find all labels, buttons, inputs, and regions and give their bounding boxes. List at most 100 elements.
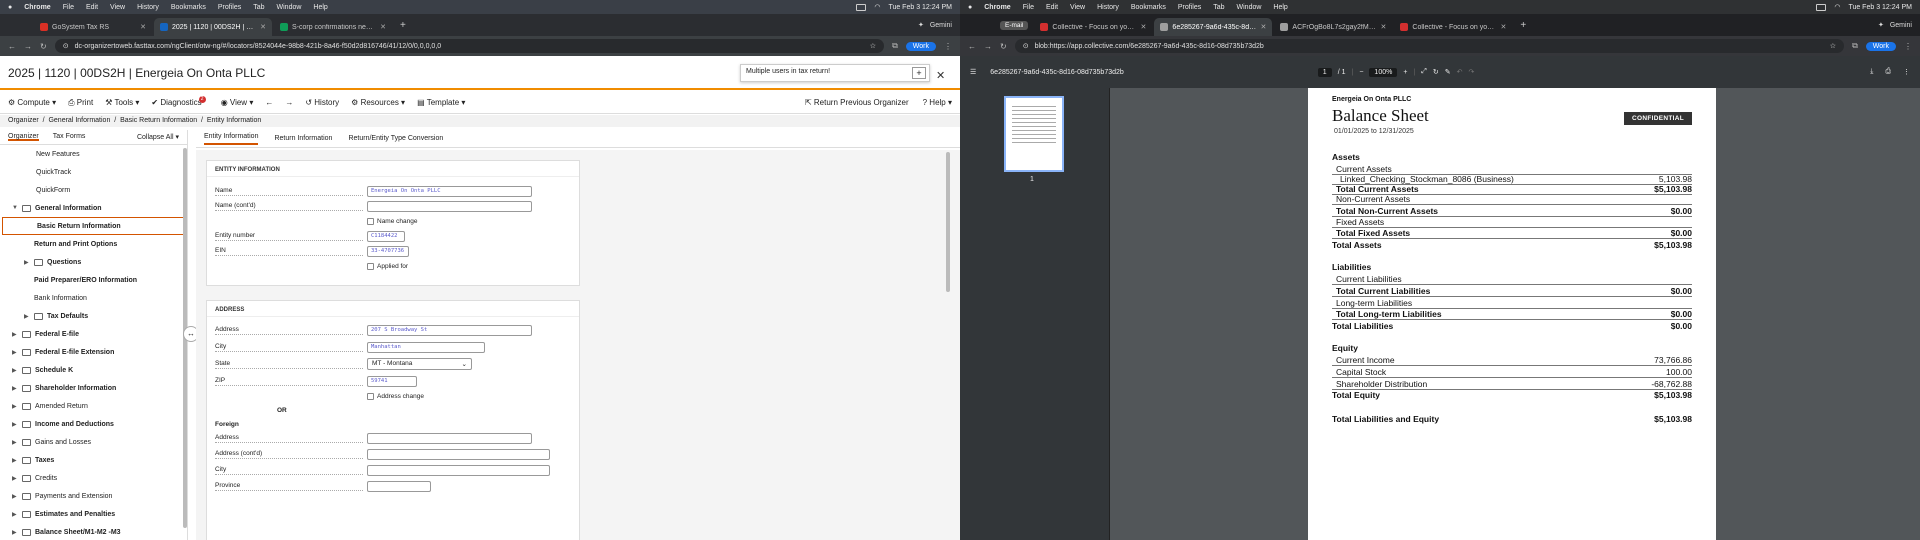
caret-down-icon[interactable]: ▼ (12, 205, 22, 211)
hamburger-menu-icon[interactable]: ☰ (970, 68, 976, 76)
name-field[interactable]: Energeia On Onta PLLC (367, 185, 532, 197)
browser-tab[interactable]: ACFrOgBo8L7s2gay2fM2RC ✕ (1274, 18, 1392, 36)
menu-window[interactable]: Window (1237, 4, 1262, 11)
sidebar-item[interactable]: ▶ Taxes (0, 451, 187, 469)
sidebar-item[interactable]: Paid Preparer/ERO Information (0, 271, 187, 289)
page-number-input[interactable]: 1 (1317, 67, 1332, 77)
sidebar-item[interactable]: ▶ Payments and Extension (0, 487, 187, 505)
extensions-icon[interactable]: ⧉ (892, 41, 898, 51)
close-tab-icon[interactable]: ✕ (1141, 23, 1147, 31)
forward-arrow-icon[interactable]: → (285, 98, 293, 107)
menu-tab[interactable]: Tab (1213, 4, 1224, 11)
address-field[interactable]: 207 S Broadway St (367, 324, 532, 336)
tab-entity-information[interactable]: Entity Information (204, 133, 259, 145)
menu-window[interactable]: Window (277, 4, 302, 11)
menu-profiles[interactable]: Profiles (218, 4, 241, 11)
caret-right-icon[interactable]: ▶ (12, 421, 22, 428)
forward-icon[interactable]: → (984, 42, 992, 51)
reload-icon[interactable]: ↻ (1000, 42, 1007, 51)
back-arrow-icon[interactable]: ← (265, 98, 273, 107)
wifi-icon[interactable]: ◠ (874, 3, 880, 11)
profile-work-button[interactable]: Work (1865, 41, 1896, 51)
zoom-out-icon[interactable]: − (1359, 69, 1363, 76)
back-icon[interactable]: ← (8, 42, 16, 51)
caret-right-icon[interactable]: ▶ (12, 367, 22, 374)
sidebar-item[interactable]: ▶ Estimates and Penalties (0, 505, 187, 523)
sidebar-item[interactable]: QuickForm (0, 181, 187, 199)
site-info-icon[interactable]: ⊙ (63, 42, 69, 50)
caret-right-icon[interactable]: ▶ (12, 331, 22, 338)
menu-help[interactable]: Help (313, 4, 327, 11)
sidebar-item[interactable]: ▶ Balance Sheet/M1-M2 -M3 (0, 523, 187, 540)
breadcrumb-basic-return[interactable]: Basic Return Information (120, 117, 197, 124)
undo-icon[interactable]: ↶ (1457, 68, 1463, 76)
menu-profiles[interactable]: Profiles (1178, 4, 1201, 11)
sidebar-item[interactable]: Basic Return Information (2, 217, 185, 235)
battery-icon[interactable] (856, 3, 867, 11)
sidebar-item[interactable]: ▶ Federal E-file Extension (0, 343, 187, 361)
help-button[interactable]: ? Help ▾ (923, 98, 952, 107)
site-info-icon[interactable]: ⊙ (1023, 42, 1029, 50)
more-options-icon[interactable]: ⋮ (1903, 68, 1910, 76)
annotate-icon[interactable]: ✎ (1445, 68, 1451, 76)
foreign-address-contd-field[interactable] (367, 448, 550, 460)
print-button[interactable]: ⎙ Print (68, 98, 93, 108)
tab-entity-type-conversion[interactable]: Return/Entity Type Conversion (348, 135, 443, 142)
close-icon[interactable]: ✕ (936, 69, 945, 82)
gemini-button[interactable]: Gemini (1890, 22, 1912, 29)
caret-right-icon[interactable]: ▶ (12, 493, 22, 500)
menu-app[interactable]: Chrome (984, 4, 1010, 11)
sidebar-item[interactable]: ▶ Gains and Losses (0, 433, 187, 451)
browser-tab[interactable]: Collective - Focus on your pa ✕ (1034, 18, 1152, 36)
entity-number-field[interactable]: C1184422 (367, 230, 405, 242)
menu-bookmarks[interactable]: Bookmarks (171, 4, 206, 11)
email-tab-group[interactable]: E-mail (1000, 20, 1029, 30)
fit-page-icon[interactable]: ⤢ (1421, 68, 1427, 76)
clock[interactable]: Tue Feb 3 12:24 PM (1848, 4, 1912, 11)
foreign-address-field[interactable] (367, 432, 532, 444)
diagnostics-button[interactable]: ✔ Diagnostics2 (151, 95, 208, 108)
menu-view[interactable]: View (110, 4, 125, 11)
rotate-icon[interactable]: ↻ (1433, 68, 1439, 76)
back-icon[interactable]: ← (968, 42, 976, 51)
menu-tab[interactable]: Tab (253, 4, 264, 11)
breadcrumb-organizer[interactable]: Organizer (8, 117, 39, 124)
sidebar-item[interactable]: ▶ Questions (0, 253, 187, 271)
close-tab-icon[interactable]: ✕ (1501, 23, 1507, 31)
address-change-checkbox[interactable] (367, 392, 374, 400)
sidebar-item[interactable]: ▼ General Information (0, 199, 187, 217)
caret-right-icon[interactable]: ▶ (24, 313, 34, 320)
caret-right-icon[interactable]: ▶ (12, 457, 22, 464)
caret-right-icon[interactable]: ▶ (12, 511, 22, 518)
sidebar-item[interactable]: ▶ Amended Return (0, 397, 187, 415)
sidebar-item[interactable]: Return and Print Options (0, 235, 187, 253)
tools-button[interactable]: ⚒ Tools ▾ (105, 98, 139, 107)
menu-history[interactable]: History (1097, 4, 1119, 11)
sidebar-item[interactable]: ▶ Tax Defaults (0, 307, 187, 325)
breadcrumb-general-info[interactable]: General Information (48, 117, 110, 124)
sidebar-item[interactable]: New Features (0, 145, 187, 163)
close-tab-icon[interactable]: ✕ (1261, 23, 1267, 31)
sidebar-item[interactable]: QuickTrack (0, 163, 187, 181)
province-field[interactable] (367, 480, 431, 492)
sidebar-item[interactable]: ▶ Credits (0, 469, 187, 487)
browser-tab[interactable]: GoSystem Tax RS ✕ (34, 18, 152, 36)
url-field[interactable]: ⊙ blob:https://app.collective.com/6e28526… (1014, 39, 1845, 53)
download-icon[interactable]: ⤓ (1870, 68, 1873, 76)
print-icon[interactable]: ⎙ (1885, 68, 1891, 76)
sidebar-item[interactable]: ▶ Shareholder Information (0, 379, 187, 397)
tab-tax-forms[interactable]: Tax Forms (53, 133, 86, 141)
collapse-all-button[interactable]: Collapse All ▾ (137, 133, 179, 141)
menu-edit[interactable]: Edit (86, 4, 98, 11)
state-select[interactable]: MT - Montana ⌄ (367, 358, 472, 370)
return-previous-organizer-button[interactable]: ⇱ Return Previous Organizer (805, 98, 909, 107)
menu-file[interactable]: File (1023, 4, 1034, 11)
zoom-in-icon[interactable]: + (1403, 69, 1407, 76)
forward-icon[interactable]: → (24, 42, 32, 51)
bookmark-star-icon[interactable]: ☆ (1830, 42, 1836, 50)
new-tab-icon[interactable]: + (394, 20, 412, 31)
close-tab-icon[interactable]: ✕ (1381, 23, 1387, 31)
redo-icon[interactable]: ↷ (1468, 68, 1474, 76)
name-change-checkbox[interactable] (367, 217, 374, 225)
caret-right-icon[interactable]: ▶ (24, 259, 34, 266)
